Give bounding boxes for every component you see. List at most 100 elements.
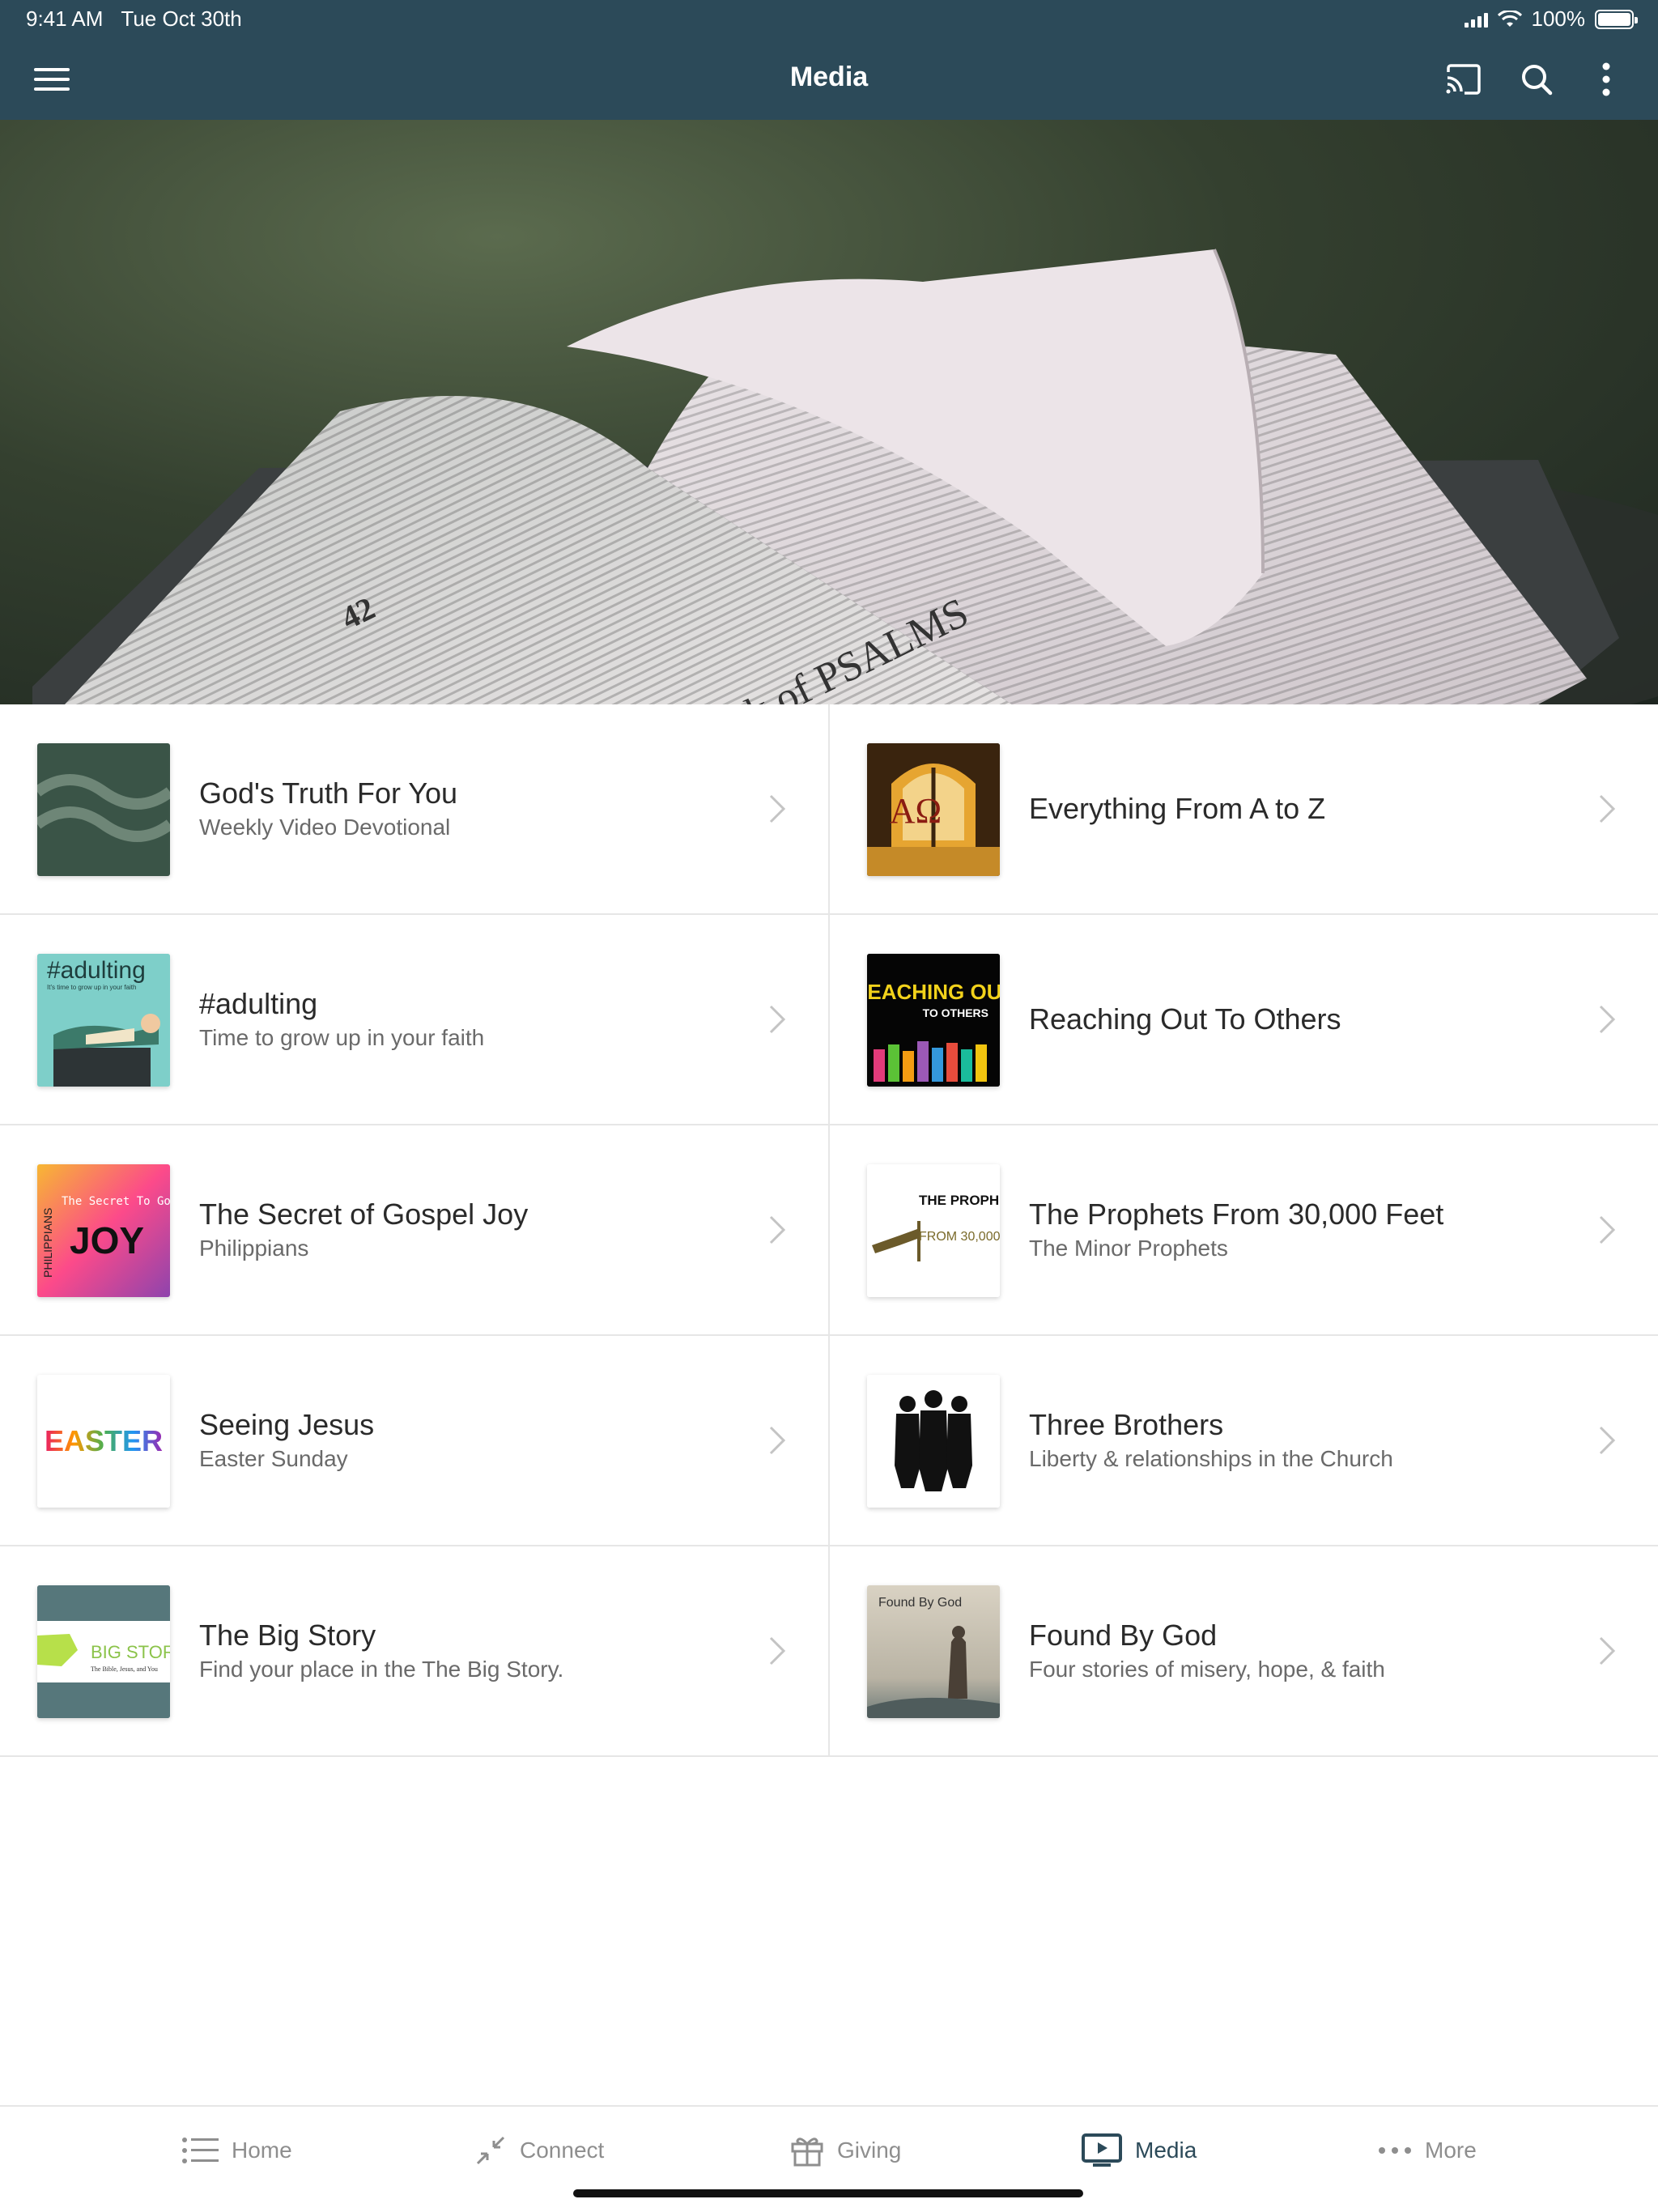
chevron-right-icon <box>769 1005 786 1034</box>
series-thumbnail: REACHING OUT TO OTHERS <box>867 954 1000 1087</box>
top-bar: 9:41 AM Tue Oct 30th 100% Media <box>0 0 1658 120</box>
waves-icon <box>37 774 170 842</box>
series-item[interactable]: REACHING OUT TO OTHERS Reaching O <box>830 915 1658 1124</box>
series-item[interactable]: BIG STORY The Bible, Jesus, and You The … <box>0 1546 829 1755</box>
thumb-side-text: PHILIPPIANS <box>41 1208 54 1278</box>
series-title: Found By God <box>1029 1619 1218 1652</box>
page-title: Media <box>789 62 869 92</box>
series-subtitle: Philippians <box>199 1236 309 1261</box>
series-thumbnail <box>37 743 170 876</box>
series-subtitle: Find your place in the The Big Story. <box>199 1657 564 1682</box>
thumb-text: THE PROPHETS <box>919 1193 1000 1208</box>
wifi-icon <box>1497 10 1522 27</box>
thumb-text: REACHING OUT <box>867 980 1000 1004</box>
tab-home[interactable]: Home <box>181 2131 292 2170</box>
series-item[interactable]: God's Truth For You Weekly Video Devotio… <box>0 704 829 913</box>
open-bible-illustration: The Book of PSALMS 42 <box>32 249 1658 704</box>
series-item[interactable]: ΑΩ Everything From A to Z <box>830 704 1658 913</box>
search-icon <box>1522 65 1553 96</box>
chevron-right-icon <box>1599 1426 1616 1455</box>
thumb-small-text: TO OTHERS <box>923 1006 988 1019</box>
tab-connect[interactable]: Connect <box>474 2131 604 2170</box>
chevron-right-icon <box>1599 794 1616 823</box>
thumb-small-text: The Bible, Jesus, and You <box>91 1665 158 1673</box>
tab-more[interactable]: More <box>1378 2131 1477 2170</box>
found-by-god-art: Found By God <box>867 1585 1000 1718</box>
thumb-text: Found By God <box>878 1596 962 1610</box>
tab-connect-label: Connect <box>520 2138 605 2163</box>
adulting-art: #adulting It's time to grow up in your f… <box>37 954 170 1087</box>
list-row: #adulting It's time to grow up in your f… <box>0 915 1658 1125</box>
series-title: #adulting <box>199 987 318 1020</box>
tab-home-label: Home <box>232 2138 292 2163</box>
series-subtitle: Four stories of misery, hope, & faith <box>1029 1657 1385 1682</box>
big-story-art: BIG STORY The Bible, Jesus, and You <box>37 1585 170 1718</box>
battery-percent: 100% <box>1531 6 1586 31</box>
tab-media[interactable]: Media <box>1082 2131 1197 2170</box>
list-row: BIG STORY The Bible, Jesus, and You The … <box>0 1546 1658 1757</box>
home-indicator[interactable] <box>573 2189 1083 2197</box>
series-title: Reaching Out To Others <box>1029 1002 1341 1036</box>
thumb-text: JOY <box>70 1219 144 1261</box>
thumb-text: ΑΩ <box>890 791 942 831</box>
tab-giving-label: Giving <box>837 2138 902 2163</box>
chevron-right-icon <box>769 794 786 823</box>
reaching-out-art: REACHING OUT TO OTHERS <box>867 954 1000 1087</box>
series-thumbnail: EASTER <box>37 1375 170 1508</box>
list-row: God's Truth For You Weekly Video Devotio… <box>0 704 1658 915</box>
series-thumbnail <box>867 1375 1000 1508</box>
list-row: EASTER Seeing Jesus Easter Sunday Three … <box>0 1336 1658 1546</box>
connect-icon <box>476 2136 505 2165</box>
series-title: Everything From A to Z <box>1029 792 1326 825</box>
prophets-art: THE PROPHETS FROM 30,000 FEET <box>867 1164 1000 1297</box>
series-title: The Big Story <box>199 1619 376 1652</box>
series-subtitle: Liberty & relationships in the Church <box>1029 1446 1393 1471</box>
series-item[interactable]: The Secret To Gospel JOY PHILIPPIANS The… <box>0 1125 829 1334</box>
tv-play-icon <box>1082 2133 1122 2167</box>
thumb-small-text: It's time to grow up in your faith <box>47 984 136 991</box>
cast-button[interactable] <box>1441 57 1486 102</box>
series-item[interactable]: #adulting It's time to grow up in your f… <box>0 915 829 1124</box>
more-dots-icon <box>1379 2147 1411 2154</box>
easter-art: EASTER <box>37 1375 170 1508</box>
series-item[interactable]: Three Brothers Liberty & relationships i… <box>830 1336 1658 1545</box>
status-date: Tue Oct 30th <box>121 6 242 31</box>
series-title: Seeing Jesus <box>199 1408 375 1441</box>
series-title: Three Brothers <box>1029 1408 1224 1441</box>
series-title: The Secret of Gospel Joy <box>199 1197 529 1231</box>
thumb-text: BIG STORY <box>91 1642 170 1662</box>
thumb-small-text: The Secret To Gospel <box>62 1195 170 1208</box>
series-thumbnail: BIG STORY The Bible, Jesus, and You <box>37 1585 170 1718</box>
alpha-omega-icon: ΑΩ <box>867 743 1000 876</box>
three-brothers-art <box>867 1375 1000 1508</box>
tab-giving[interactable]: Giving <box>790 2131 901 2170</box>
thumb-small-text: FROM 30,000 FEET <box>919 1230 1000 1244</box>
series-title: The Prophets From 30,000 Feet <box>1029 1197 1444 1231</box>
series-thumbnail: #adulting It's time to grow up in your f… <box>37 954 170 1087</box>
chevron-right-icon <box>769 1215 786 1244</box>
chevron-right-icon <box>769 1426 786 1455</box>
series-subtitle: Weekly Video Devotional <box>199 815 451 840</box>
more-options-button[interactable] <box>1584 57 1629 102</box>
series-title: God's Truth For You <box>199 776 458 810</box>
chevron-right-icon <box>1599 1005 1616 1034</box>
status-bar: 9:41 AM Tue Oct 30th 100% <box>0 0 1658 39</box>
status-time: 9:41 AM <box>26 6 104 31</box>
cast-icon <box>1446 64 1481 95</box>
series-item[interactable]: Found By God Found By God Four stories o… <box>830 1546 1658 1755</box>
series-thumbnail: The Secret To Gospel JOY PHILIPPIANS <box>37 1164 170 1297</box>
series-thumbnail: Found By God <box>867 1585 1000 1718</box>
search-button[interactable] <box>1514 57 1559 102</box>
gospel-joy-art: The Secret To Gospel JOY PHILIPPIANS <box>37 1164 170 1297</box>
series-subtitle: Easter Sunday <box>199 1446 348 1471</box>
series-item[interactable]: THE PROPHETS FROM 30,000 FEET The Prophe… <box>830 1125 1658 1334</box>
tab-more-label: More <box>1425 2138 1477 2163</box>
series-thumbnail: THE PROPHETS FROM 30,000 FEET <box>867 1164 1000 1297</box>
battery-icon <box>1595 9 1638 29</box>
chevron-right-icon <box>769 1636 786 1665</box>
cellular-signal-icon <box>1464 11 1488 28</box>
series-item[interactable]: EASTER Seeing Jesus Easter Sunday <box>0 1336 829 1545</box>
series-thumbnail: ΑΩ <box>867 743 1000 876</box>
thumb-text: EASTER <box>45 1424 163 1457</box>
chevron-right-icon <box>1599 1636 1616 1665</box>
